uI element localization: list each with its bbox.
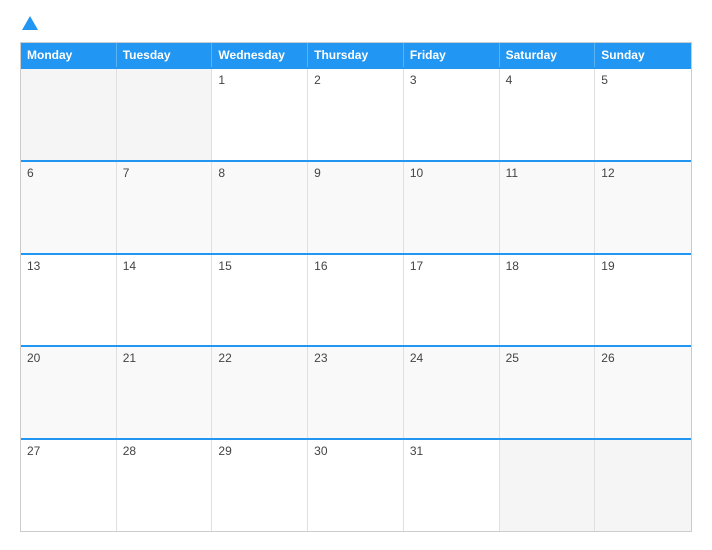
calendar-cell: 20 bbox=[21, 347, 117, 438]
calendar-cell: 6 bbox=[21, 162, 117, 253]
cal-header-cell: Monday bbox=[21, 43, 117, 67]
calendar-body: 1234567891011121314151617181920212223242… bbox=[21, 67, 691, 531]
day-number: 2 bbox=[314, 73, 321, 87]
cal-header-cell: Tuesday bbox=[117, 43, 213, 67]
calendar-cell: 4 bbox=[500, 69, 596, 160]
day-number: 13 bbox=[27, 259, 40, 273]
calendar-cell: 8 bbox=[212, 162, 308, 253]
logo-triangle-icon bbox=[22, 16, 38, 30]
day-number: 30 bbox=[314, 444, 327, 458]
cal-header-cell: Sunday bbox=[595, 43, 691, 67]
day-number: 25 bbox=[506, 351, 519, 365]
day-number: 15 bbox=[218, 259, 231, 273]
cal-header-cell: Friday bbox=[404, 43, 500, 67]
calendar-cell: 26 bbox=[595, 347, 691, 438]
calendar-cell: 9 bbox=[308, 162, 404, 253]
day-number: 1 bbox=[218, 73, 225, 87]
day-number: 5 bbox=[601, 73, 608, 87]
day-number: 3 bbox=[410, 73, 417, 87]
calendar-cell: 7 bbox=[117, 162, 213, 253]
calendar-week: 6 7 8 9 10 11 12 bbox=[21, 160, 691, 253]
calendar-cell: 30 bbox=[308, 440, 404, 531]
day-number: 28 bbox=[123, 444, 136, 458]
calendar-cell: 15 bbox=[212, 255, 308, 346]
cal-header-cell: Thursday bbox=[308, 43, 404, 67]
day-number: 22 bbox=[218, 351, 231, 365]
calendar-cell: 17 bbox=[404, 255, 500, 346]
day-number: 20 bbox=[27, 351, 40, 365]
calendar-cell: 24 bbox=[404, 347, 500, 438]
day-number: 23 bbox=[314, 351, 327, 365]
calendar-week: 20 21 22 23 24 25 26 bbox=[21, 345, 691, 438]
calendar-cell: 21 bbox=[117, 347, 213, 438]
day-number: 4 bbox=[506, 73, 513, 87]
calendar: MondayTuesdayWednesdayThursdayFridaySatu… bbox=[20, 42, 692, 532]
header bbox=[20, 18, 692, 32]
day-number: 16 bbox=[314, 259, 327, 273]
calendar-week: 27 28 29 30 31 bbox=[21, 438, 691, 531]
calendar-cell: 11 bbox=[500, 162, 596, 253]
calendar-cell bbox=[117, 69, 213, 160]
calendar-cell bbox=[21, 69, 117, 160]
day-number: 24 bbox=[410, 351, 423, 365]
day-number: 26 bbox=[601, 351, 614, 365]
calendar-cell: 29 bbox=[212, 440, 308, 531]
calendar-cell: 12 bbox=[595, 162, 691, 253]
calendar-cell bbox=[595, 440, 691, 531]
day-number: 17 bbox=[410, 259, 423, 273]
calendar-cell bbox=[500, 440, 596, 531]
cal-header-cell: Wednesday bbox=[212, 43, 308, 67]
calendar-header: MondayTuesdayWednesdayThursdayFridaySatu… bbox=[21, 43, 691, 67]
page: MondayTuesdayWednesdayThursdayFridaySatu… bbox=[0, 0, 712, 550]
calendar-cell: 31 bbox=[404, 440, 500, 531]
calendar-cell: 5 bbox=[595, 69, 691, 160]
day-number: 12 bbox=[601, 166, 614, 180]
calendar-cell: 25 bbox=[500, 347, 596, 438]
calendar-cell: 23 bbox=[308, 347, 404, 438]
calendar-cell: 10 bbox=[404, 162, 500, 253]
day-number: 27 bbox=[27, 444, 40, 458]
day-number: 11 bbox=[506, 166, 518, 180]
cal-header-cell: Saturday bbox=[500, 43, 596, 67]
calendar-cell: 28 bbox=[117, 440, 213, 531]
day-number: 29 bbox=[218, 444, 231, 458]
calendar-cell: 1 bbox=[212, 69, 308, 160]
calendar-cell: 3 bbox=[404, 69, 500, 160]
day-number: 18 bbox=[506, 259, 519, 273]
logo bbox=[20, 18, 38, 32]
calendar-week: 1 2 3 4 5 bbox=[21, 67, 691, 160]
day-number: 19 bbox=[601, 259, 614, 273]
calendar-cell: 19 bbox=[595, 255, 691, 346]
day-number: 8 bbox=[218, 166, 225, 180]
calendar-cell: 22 bbox=[212, 347, 308, 438]
calendar-cell: 14 bbox=[117, 255, 213, 346]
day-number: 31 bbox=[410, 444, 423, 458]
day-number: 10 bbox=[410, 166, 423, 180]
calendar-cell: 16 bbox=[308, 255, 404, 346]
calendar-cell: 18 bbox=[500, 255, 596, 346]
calendar-cell: 27 bbox=[21, 440, 117, 531]
calendar-cell: 2 bbox=[308, 69, 404, 160]
day-number: 21 bbox=[123, 351, 136, 365]
day-number: 14 bbox=[123, 259, 136, 273]
day-number: 9 bbox=[314, 166, 321, 180]
day-number: 7 bbox=[123, 166, 130, 180]
calendar-cell: 13 bbox=[21, 255, 117, 346]
calendar-week: 13 14 15 16 17 18 19 bbox=[21, 253, 691, 346]
day-number: 6 bbox=[27, 166, 34, 180]
